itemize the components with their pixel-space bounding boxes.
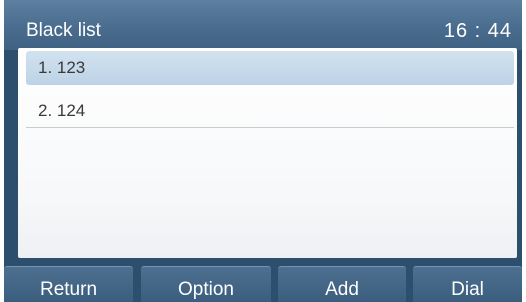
list-item-label: 1. 123 xyxy=(38,58,86,77)
list-item-label: 2. 124 xyxy=(38,101,86,120)
list-item[interactable]: 1. 123 xyxy=(26,51,514,85)
page-title: Black list xyxy=(26,20,101,41)
phone-screen: Black list 16 : 44 1. 123 2. 124 Return … xyxy=(4,0,522,302)
add-softkey[interactable]: Add xyxy=(278,266,406,302)
option-softkey-label: Option xyxy=(178,279,234,300)
blacklist-list: 1. 123 2. 124 xyxy=(18,48,517,258)
return-softkey[interactable]: Return xyxy=(4,266,133,302)
dial-softkey-label: Dial xyxy=(451,279,484,300)
add-softkey-label: Add xyxy=(325,279,359,300)
title-bar: Black list 16 : 44 xyxy=(4,0,522,50)
softkey-bar: Return Option Add Dial xyxy=(4,262,522,302)
return-softkey-label: Return xyxy=(39,279,98,300)
dial-softkey[interactable]: Dial xyxy=(413,266,522,302)
option-softkey[interactable]: Option xyxy=(141,266,271,302)
list-item[interactable]: 2. 124 xyxy=(26,94,514,128)
clock-time: 16 : 44 xyxy=(443,20,512,42)
